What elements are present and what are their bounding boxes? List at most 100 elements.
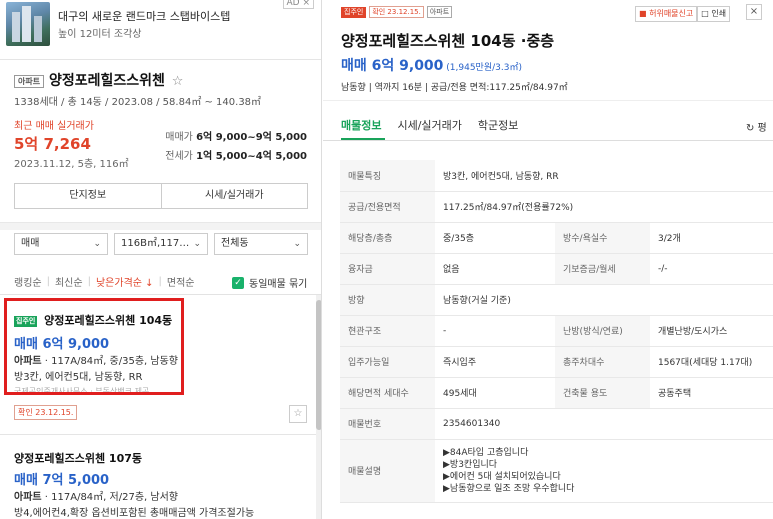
listing-info-table: 매물특징 방3칸, 에어컨5대, 남동향, RR 공급/전용면적 117.25㎡… <box>340 160 773 503</box>
detail-title: 양정포레힐즈스위첸 104동 ·중층 <box>341 32 555 50</box>
row-key: 매물설명 <box>340 439 435 503</box>
checkbox-checked-icon: ✓ <box>232 276 244 289</box>
row-value: - <box>435 315 555 347</box>
row-key: 해당층/총층 <box>340 222 435 254</box>
area-unit-toggle[interactable]: ↻ 평 <box>746 119 767 134</box>
ad-banner[interactable]: 대구의 새로운 랜드마크 스탭바이스텝 높이 12미터 조각상 AD × <box>0 0 321 60</box>
jeonse-range-label: 전세가 <box>165 151 193 162</box>
listing-title[interactable]: 양정포레힐즈스위첸 107동 <box>14 450 142 466</box>
table-row: 해당면적 세대수 495세대 건축물 용도 공동주택 <box>340 377 773 409</box>
group-same-listing-label: 동일매물 묶기 <box>249 279 308 290</box>
close-icon[interactable]: × <box>746 4 762 20</box>
description-line: ▶방3칸입니다 <box>443 459 498 470</box>
detail-badges: 집주인 확인 23.12.15. 아파트 <box>341 6 453 18</box>
table-row: 매물설명 ▶84A타입 고층입니다 ▶방3칸입니다 ▶에어컨 5대 설치되어있습… <box>340 439 773 503</box>
row-key: 공급/전용면적 <box>340 191 435 223</box>
complex-meta: 1338세대 / 총 14동 / 2023.08 / 58.84㎡ ~ 140.… <box>14 97 262 108</box>
listing-features: 방4,에어컨4,확장 옵션비포함된 총매매금액 가격조절가능 <box>14 508 255 519</box>
group-same-listing-toggle[interactable]: ✓ 동일매물 묶기 <box>232 275 307 290</box>
detail-price-per-area: (1,945만원/3.3㎡) <box>443 63 522 73</box>
description-line: ▶84A타입 고층입니다 <box>443 447 529 458</box>
row-key: 기보증금/월세 <box>555 253 650 285</box>
tab-school-info[interactable]: 학군정보 <box>478 117 518 133</box>
detail-actions: ■ 허위매물신고 □ 인쇄 <box>635 6 731 22</box>
section-divider <box>0 222 321 230</box>
table-row: 현관구조 - 난방(방식/연료) 개별난방/도시가스 <box>340 315 773 347</box>
row-value: 즉시입주 <box>435 346 555 378</box>
favorite-star-icon[interactable]: ☆ <box>172 74 184 89</box>
row-key: 방향 <box>340 284 435 316</box>
row-value: 공동주택 <box>650 377 773 409</box>
listing-price: 매매 7억 5,000 <box>14 473 110 488</box>
sort-latest[interactable]: 최신순 <box>55 274 83 289</box>
sort-divider: | <box>46 276 50 287</box>
tab-price-history[interactable]: 시세/실거래가 <box>397 117 461 133</box>
sale-range: 매매가 6억 9,000~9억 5,000 <box>165 128 307 143</box>
row-value: 남동향(거실 기준) <box>435 284 773 316</box>
detail-price-main: 매매 6억 9,000 <box>341 58 444 74</box>
row-value: 2354601340 <box>435 408 773 440</box>
row-key: 현관구조 <box>340 315 435 347</box>
confirm-date-badge: 확인 23.12.15. <box>369 6 424 18</box>
favorite-star-icon[interactable]: ☆ <box>289 405 307 423</box>
print-button[interactable]: □ 인쇄 <box>697 6 731 22</box>
complex-name: 양정포레힐즈스위첸 <box>48 73 165 89</box>
sort-divider: | <box>158 276 162 287</box>
trade-type-select[interactable]: 매매 ⌄ <box>14 233 108 255</box>
report-false-listing-button[interactable]: ■ 허위매물신고 <box>635 6 698 22</box>
detail-divider <box>323 100 773 101</box>
tab-listing-info[interactable]: 매물정보 <box>341 117 381 133</box>
recent-trade-label: 최근 매매 실거래가 <box>14 121 94 132</box>
listing-spec: · 117A/84㎡, 저/27층, 남서향 <box>41 492 178 503</box>
listing-info: 아파트 · 117A/84㎡, 저/27층, 남서향 <box>14 488 178 503</box>
detail-meta: 남동향 | 역까지 16분 | 공급/전용 면적:117.25㎡/84.97㎡ <box>341 83 568 93</box>
complex-title: 아파트 양정포레힐즈스위첸 ☆ <box>14 70 183 90</box>
filter-bar: 매매 ⌄ 116B㎡,117… ⌄ 전체동 ⌄ <box>14 233 308 255</box>
sort-ranking[interactable]: 랭킹순 <box>14 274 42 289</box>
row-value: 495세대 <box>435 377 555 409</box>
table-row: 매물번호 2354601340 <box>340 408 773 440</box>
dong-select[interactable]: 전체동 ⌄ <box>214 233 308 255</box>
row-value: -/- <box>650 253 773 285</box>
description-line: ▶남동향으로 일조 조망 우수합니다 <box>443 483 575 494</box>
sort-divider: | <box>87 276 91 287</box>
sale-range-value: 6억 9,000~9억 5,000 <box>196 132 307 143</box>
table-row: 입주가능일 즉시입주 총주차대수 1567대(세대당 1.17대) <box>340 346 773 378</box>
owner-badge: 집주인 <box>341 6 367 18</box>
row-value: 개별난방/도시가스 <box>650 315 773 347</box>
sort-area[interactable]: 면적순 <box>167 274 195 289</box>
type-tag: 아파트 <box>426 6 453 18</box>
table-row: 매물특징 방3칸, 에어컨5대, 남동향, RR <box>340 160 773 192</box>
price-history-button[interactable]: 시세/실거래가 <box>160 184 308 208</box>
row-value: 중/35층 <box>435 222 555 254</box>
row-value: 1567대(세대당 1.17대) <box>650 346 773 378</box>
ad-subtitle: 높이 12미터 조각상 <box>58 29 142 40</box>
scrollbar-thumb[interactable] <box>316 300 321 430</box>
confirm-date-badge: 확인 23.12.15. <box>14 405 78 420</box>
complex-info-button[interactable]: 단지정보 <box>15 184 161 208</box>
row-key: 매물특징 <box>340 160 435 192</box>
sale-range-label: 매매가 <box>165 132 193 143</box>
table-row: 융자금 없음 기보증금/월세 -/- <box>340 253 773 285</box>
jeonse-range: 전세가 1억 5,000~4억 5,000 <box>165 147 307 162</box>
row-key: 방수/욕실수 <box>555 222 650 254</box>
ad-close-badge[interactable]: AD × <box>282 0 314 9</box>
description-line: ▶에어컨 5대 설치되어있습니다 <box>443 471 561 482</box>
row-key: 해당면적 세대수 <box>340 377 435 409</box>
area-select[interactable]: 116B㎡,117… ⌄ <box>114 233 208 255</box>
ad-title: 대구의 새로운 랜드마크 스탭바이스텝 <box>58 10 231 23</box>
row-key: 융자금 <box>340 253 435 285</box>
ad-thumbnail <box>6 2 50 46</box>
sort-options: 랭킹순 | 최신순 | 낮은가격순 ↓ | 면적순 <box>14 274 200 289</box>
row-value: 방3칸, 에어컨5대, 남동향, RR <box>435 160 773 192</box>
recent-trade-date: 2023.11.12, 5층, 116㎡ <box>14 159 129 170</box>
detail-panel: 집주인 확인 23.12.15. 아파트 ■ 허위매물신고 □ 인쇄 × 양정포… <box>323 0 773 519</box>
row-key: 총주차대수 <box>555 346 650 378</box>
tab-divider <box>323 140 773 141</box>
sort-low-price[interactable]: 낮은가격순 ↓ <box>96 274 154 289</box>
highlight-box <box>4 298 184 395</box>
type-tag: 아파트 <box>14 74 45 88</box>
chevron-down-icon: ⌄ <box>93 239 101 249</box>
row-value: 117.25㎡/84.97㎡(전용률72%) <box>435 191 773 223</box>
trade-type-value: 매매 <box>21 238 40 249</box>
